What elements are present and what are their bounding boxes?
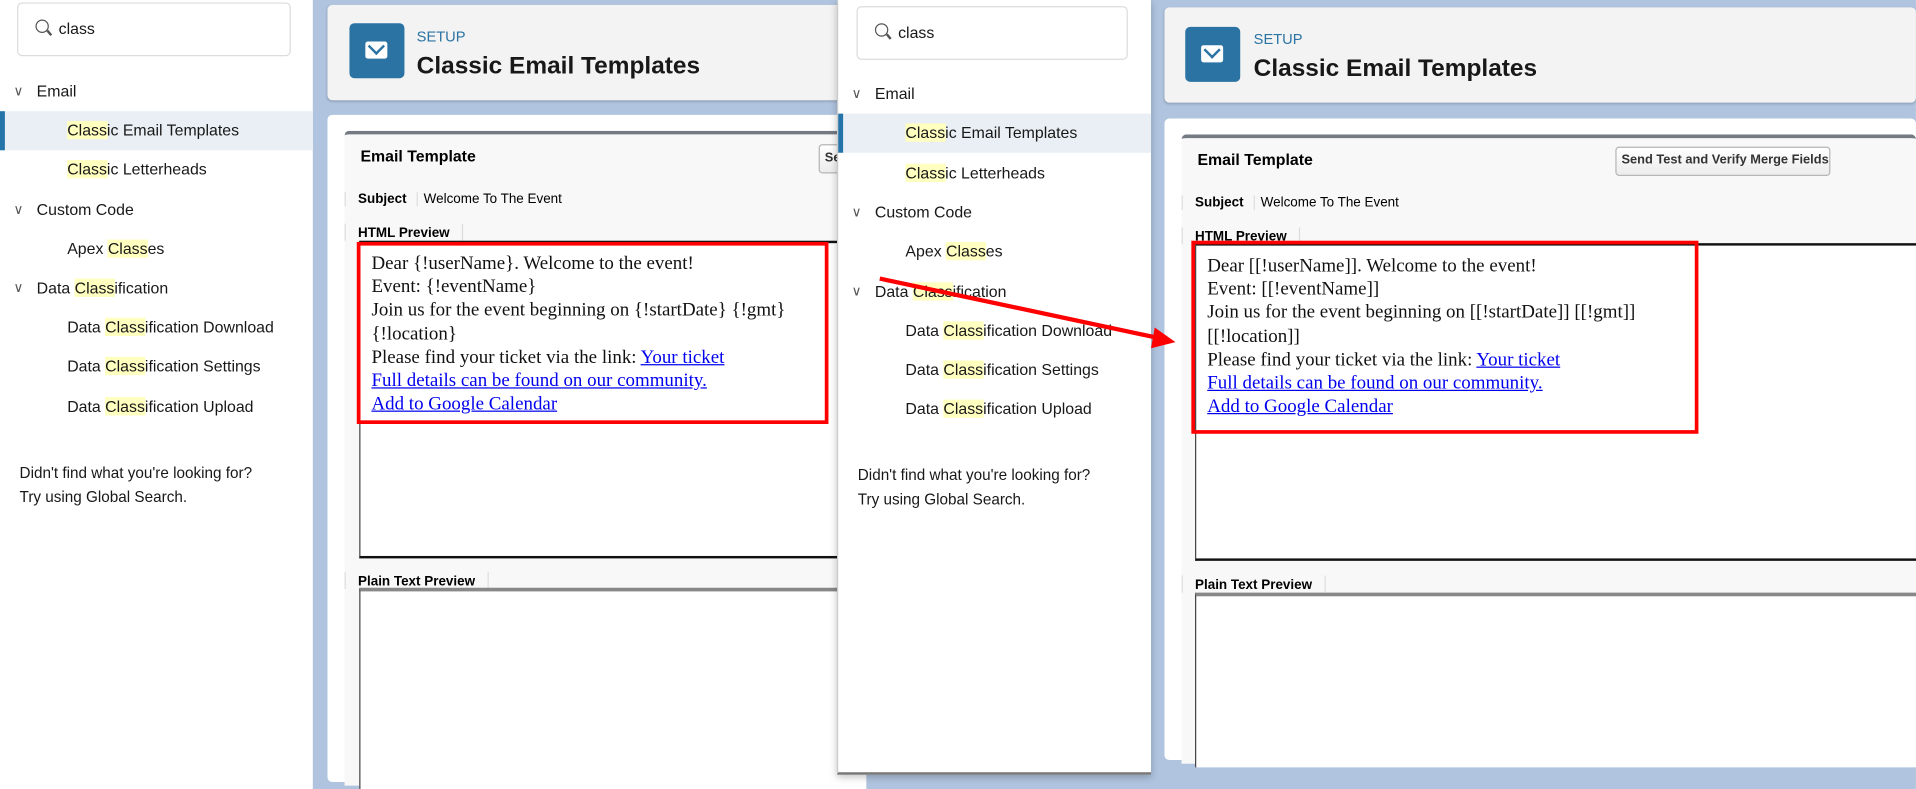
screenshot-composite: class ∨ Email Classic Email Templates Classi…	[0, 0, 1916, 789]
annotation-arrow-icon	[879, 276, 1176, 349]
